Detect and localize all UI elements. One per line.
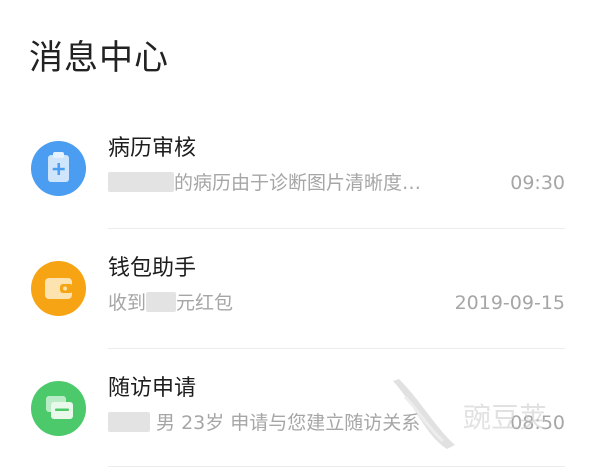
message-preview-text: 的病历由于诊断图片清晰度… <box>174 172 422 194</box>
message-center-page: 消息中心 病历审核 的病历由于诊断图片清晰度… 09:30 钱包助手 收到 元红… <box>0 0 592 471</box>
message-preview: 男 23岁 申请与您建立随访关系 <box>108 409 420 437</box>
divider <box>108 348 565 349</box>
divider <box>108 466 565 467</box>
message-title: 随访申请 <box>108 376 197 401</box>
wallet-icon <box>31 261 86 316</box>
medical-record-icon <box>31 141 86 196</box>
message-time: 09:30 <box>510 172 565 194</box>
message-time: 2019-09-15 <box>454 292 565 314</box>
message-preview: 的病历由于诊断图片清晰度… <box>108 169 421 197</box>
message-preview: 收到 元红包 <box>108 289 233 317</box>
watermark-text: 豌豆荚 <box>463 401 547 434</box>
redacted-name <box>108 172 174 192</box>
message-preview-prefix: 收到 <box>108 292 147 314</box>
message-preview-text: 男 23岁 申请与您建立随访关系 <box>156 412 421 434</box>
message-item-medical-review[interactable]: 病历审核 的病历由于诊断图片清晰度… 09:30 <box>0 112 592 231</box>
redacted-amount <box>146 292 177 312</box>
message-title: 病历审核 <box>108 136 197 161</box>
page-title: 消息中心 <box>29 38 169 78</box>
message-title: 钱包助手 <box>108 256 197 281</box>
message-item-wallet-assistant[interactable]: 钱包助手 收到 元红包 2019-09-15 <box>0 232 592 351</box>
chat-bubble-icon <box>31 381 86 436</box>
divider <box>108 228 565 229</box>
message-preview-suffix: 元红包 <box>176 292 234 314</box>
redacted-name <box>108 412 150 432</box>
watermark-logo: 豌豆荚 <box>393 379 547 449</box>
